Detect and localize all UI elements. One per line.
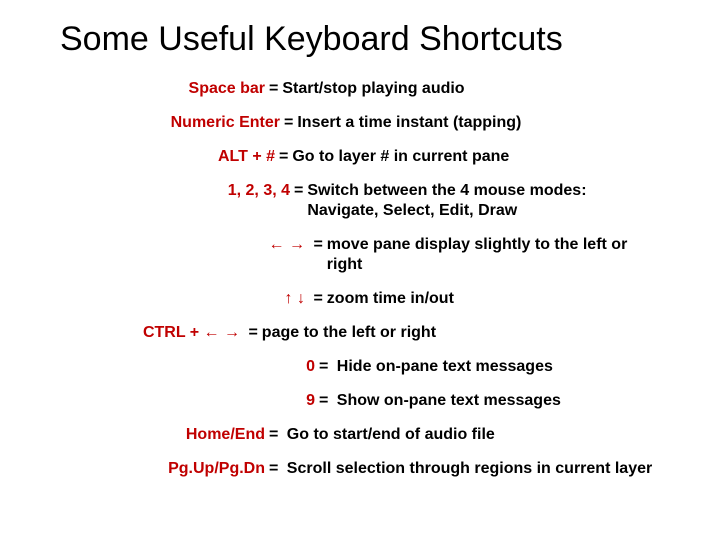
- shortcut-desc: Insert a time instant (tapping): [297, 113, 660, 133]
- equals: =: [305, 235, 327, 255]
- equals: =: [275, 147, 292, 167]
- list-item: ↑ ↓ = zoom time in/out: [60, 289, 660, 309]
- shortcut-key: ↑ ↓: [60, 289, 305, 309]
- list-item: Home/End = Go to start/end of audio file: [60, 425, 660, 445]
- equals: =: [280, 113, 297, 133]
- shortcut-desc: zoom time in/out: [327, 289, 660, 309]
- shortcut-desc: Go to layer # in current pane: [292, 147, 660, 167]
- shortcut-desc: move pane display slightly to the left o…: [327, 235, 660, 275]
- shortcut-key: 9: [60, 391, 315, 411]
- list-item: 9 = Show on-pane text messages: [60, 391, 660, 411]
- shortcut-desc: Hide on-pane text messages: [337, 357, 660, 377]
- equals: =: [305, 289, 327, 309]
- shortcut-key: ALT + #: [60, 147, 275, 167]
- equals: =: [265, 459, 287, 479]
- shortcut-desc: page to the left or right: [262, 323, 660, 343]
- list-item: 1, 2, 3, 4 = Switch between the 4 mouse …: [60, 181, 660, 221]
- shortcut-key: CTRL + ← →: [60, 323, 240, 343]
- shortcut-key: 1, 2, 3, 4: [60, 181, 290, 201]
- shortcut-key: 0: [60, 357, 315, 377]
- equals: =: [315, 391, 337, 411]
- shortcut-desc: Switch between the 4 mouse modes: Naviga…: [307, 181, 660, 221]
- list-item: ← → = move pane display slightly to the …: [60, 235, 660, 275]
- shortcut-list: Space bar = Start/stop playing audio Num…: [60, 79, 660, 479]
- shortcut-desc: Show on-pane text messages: [337, 391, 660, 411]
- list-item: ALT + # = Go to layer # in current pane: [60, 147, 660, 167]
- shortcut-key: Pg.Up/Pg.Dn: [60, 459, 265, 479]
- shortcut-key: ← →: [60, 235, 305, 255]
- slide: Some Useful Keyboard Shortcuts Space bar…: [0, 0, 720, 513]
- equals: =: [290, 181, 307, 201]
- list-item: Numeric Enter = Insert a time instant (t…: [60, 113, 660, 133]
- shortcut-key: Numeric Enter: [60, 113, 280, 133]
- equals: =: [265, 79, 282, 99]
- shortcut-desc: Go to start/end of audio file: [287, 425, 660, 445]
- equals: =: [315, 357, 337, 377]
- list-item: CTRL + ← → = page to the left or right: [60, 323, 660, 343]
- list-item: 0 = Hide on-pane text messages: [60, 357, 660, 377]
- equals: =: [240, 323, 262, 343]
- list-item: Pg.Up/Pg.Dn = Scroll selection through r…: [60, 459, 660, 479]
- shortcut-key: Home/End: [60, 425, 265, 445]
- list-item: Space bar = Start/stop playing audio: [60, 79, 660, 99]
- shortcut-desc: Scroll selection through regions in curr…: [287, 459, 660, 479]
- page-title: Some Useful Keyboard Shortcuts: [60, 20, 660, 59]
- shortcut-desc: Start/stop playing audio: [282, 79, 660, 99]
- equals: =: [265, 425, 287, 445]
- shortcut-key: Space bar: [60, 79, 265, 99]
